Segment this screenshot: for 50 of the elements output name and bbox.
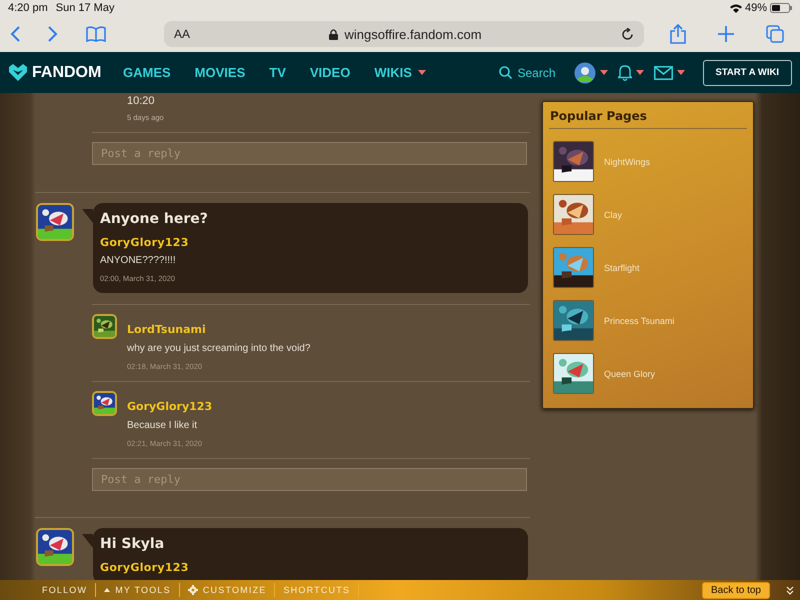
start-wiki-button[interactable]: START A WIKI	[702, 60, 792, 86]
panel-title: Popular Pages	[549, 107, 747, 129]
reload-icon[interactable]	[621, 28, 634, 40]
caret-up-icon	[104, 588, 110, 592]
battery-icon	[770, 3, 792, 13]
mail-icon[interactable]	[654, 66, 672, 80]
reply-text: why are you just screaming into the void?	[127, 343, 310, 354]
reply-text: 10:20	[126, 95, 156, 107]
tabs-icon[interactable]	[766, 25, 784, 43]
share-icon[interactable]	[670, 24, 686, 44]
heart-logo-icon[interactable]	[8, 64, 28, 82]
caret-icon[interactable]	[636, 70, 644, 75]
lock-icon	[329, 28, 338, 40]
author-name[interactable]: LordTsunami	[127, 323, 310, 336]
toolbar-item[interactable]: FOLLOW	[34, 583, 96, 597]
user-avatar-icon[interactable]	[574, 62, 596, 84]
double-chevron-icon[interactable]	[786, 586, 794, 594]
nav-link[interactable]: WIKIS	[374, 65, 426, 80]
wifi-icon	[730, 4, 742, 12]
caret-icon[interactable]	[676, 70, 684, 75]
status-time: 4:20 pm	[8, 2, 48, 14]
battery-percent: 49%	[744, 2, 767, 14]
plus-icon[interactable]	[718, 26, 734, 42]
author-name[interactable]: GoryGlory123	[127, 400, 212, 413]
reply-input-field[interactable]: Post a reply	[92, 142, 527, 165]
forward-icon[interactable]	[48, 26, 58, 42]
nav-link[interactable]: VIDEO	[310, 65, 350, 80]
fandom-logo[interactable]: FANDOM	[32, 64, 102, 82]
status-date: Sun 17 May	[56, 2, 114, 14]
thread-title: Hi Skyla	[100, 536, 166, 552]
gear-icon	[188, 585, 198, 595]
author-name[interactable]: GoryGlory123	[100, 236, 521, 249]
author-name[interactable]: GoryGlory123	[100, 561, 521, 574]
search-button[interactable]: Search	[499, 66, 556, 80]
caret-icon[interactable]	[600, 70, 608, 75]
reply-input-field[interactable]: Post a reply	[92, 468, 527, 491]
book-icon[interactable]	[86, 26, 106, 42]
url-text[interactable]: wingsoffire.fandom.com	[344, 26, 482, 42]
thread-title: Anyone here?	[100, 211, 209, 227]
text-size-button[interactable]: AA	[174, 27, 190, 41]
reply-text: Because I like it	[127, 420, 198, 431]
message-text: ANYONE????!!!!	[100, 255, 177, 266]
nav-link[interactable]: GAMES	[123, 65, 171, 80]
toolbar-item[interactable]: MY TOOLS	[96, 583, 180, 597]
nav-link[interactable]: MOVIES	[194, 65, 246, 80]
bell-icon[interactable]	[618, 64, 632, 81]
back-to-top-button[interactable]: Back to top	[702, 582, 770, 598]
back-icon[interactable]	[10, 26, 20, 42]
nav-link[interactable]: TV	[269, 65, 286, 80]
search-icon	[499, 66, 512, 79]
